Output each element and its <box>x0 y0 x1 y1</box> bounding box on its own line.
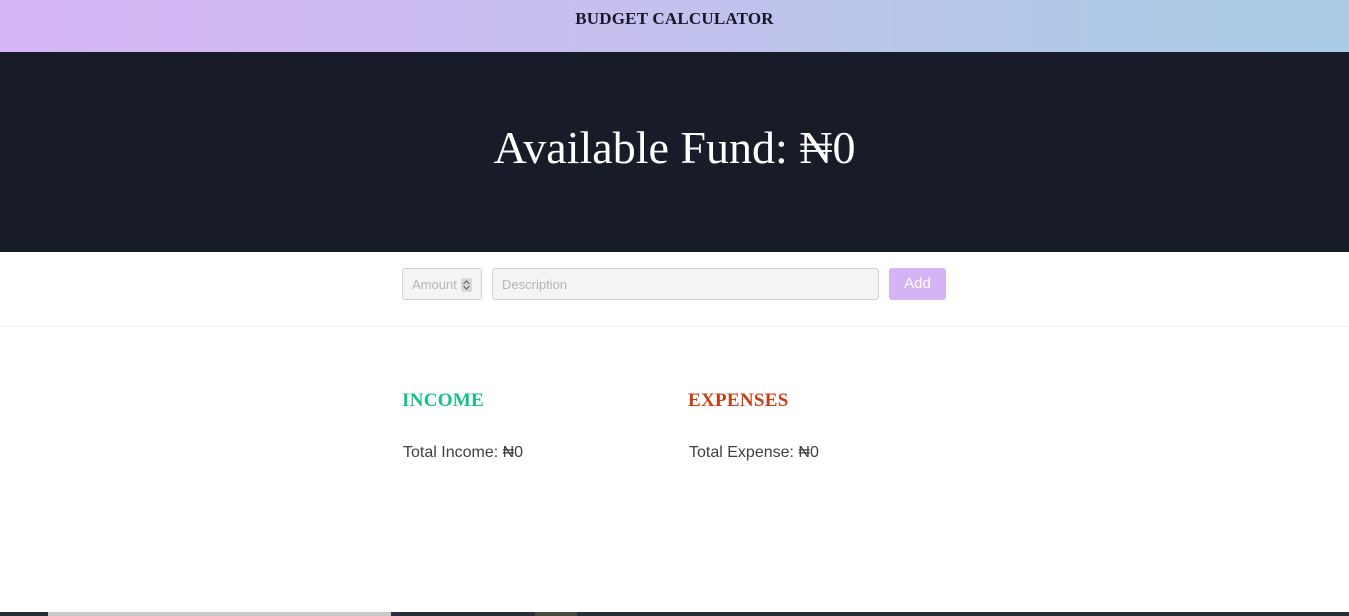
available-fund: Available Fund: ₦0 <box>493 122 856 173</box>
available-fund-banner: Available Fund: ₦0 <box>0 52 1349 252</box>
total-income: Total Income: ₦0 <box>403 444 524 461</box>
entry-form: Amount Description Add <box>0 252 1349 327</box>
bottom-strip <box>0 612 1349 616</box>
expenses-heading: EXPENSES <box>688 390 789 411</box>
number-spinner-icon[interactable] <box>461 278 472 292</box>
total-expense: Total Expense: ₦0 <box>689 444 819 461</box>
app-title: BUDGET CALCULATOR <box>575 9 774 28</box>
add-button[interactable]: Add <box>889 268 946 300</box>
description-placeholder: Description <box>502 277 568 292</box>
bottom-strip-segment <box>48 612 391 616</box>
bottom-strip-segment <box>535 612 577 616</box>
description-input[interactable]: Description <box>492 268 879 300</box>
amount-placeholder: Amount <box>412 277 457 292</box>
income-heading: INCOME <box>402 390 485 411</box>
amount-input[interactable]: Amount <box>402 268 482 300</box>
app-header: BUDGET CALCULATOR <box>0 0 1349 52</box>
